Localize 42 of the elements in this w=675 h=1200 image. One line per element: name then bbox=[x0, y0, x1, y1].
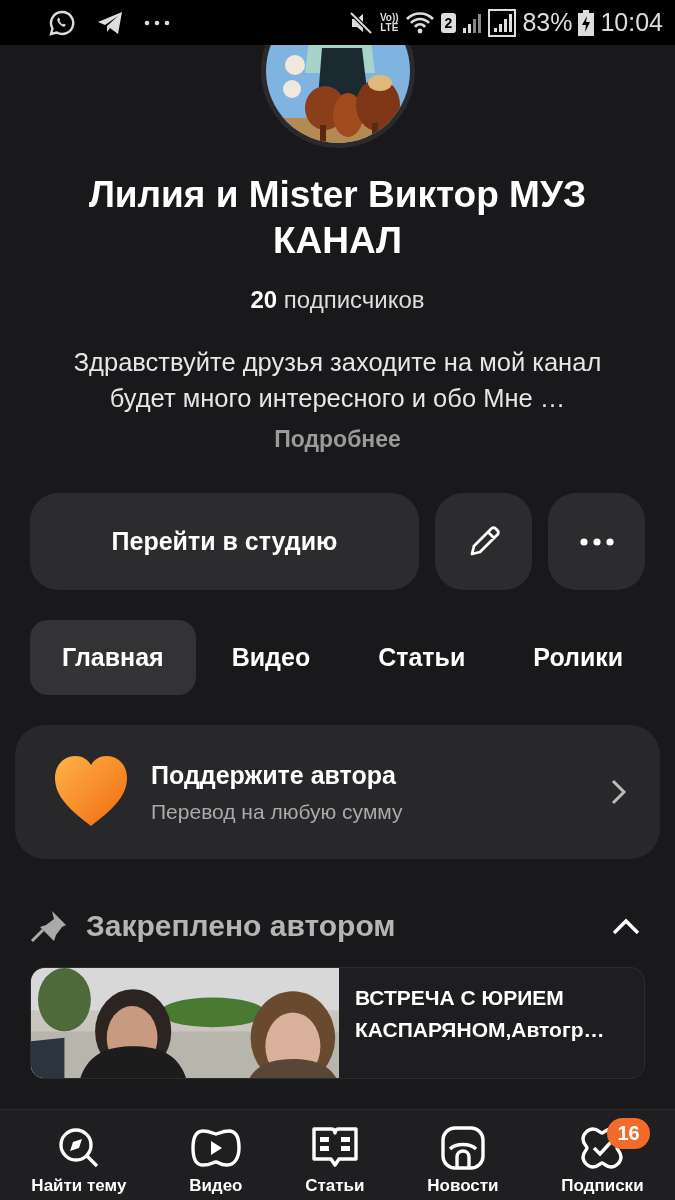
pin-icon bbox=[30, 909, 68, 943]
compass-search-icon bbox=[56, 1126, 101, 1170]
support-title: Поддержите автора bbox=[151, 760, 397, 790]
nav-item[interactable]: Видео bbox=[173, 1114, 259, 1196]
muted-speaker-icon bbox=[347, 9, 374, 36]
pinned-header: Закреплено автором bbox=[86, 909, 397, 943]
open-book-icon bbox=[310, 1126, 359, 1170]
pinned-post-card[interactable]: ВСТРЕЧА С ЮРИЕМ КАСПАРЯНОМ,Автогр… bbox=[30, 967, 645, 1079]
subscriber-count: 20 подписчиков bbox=[250, 286, 425, 314]
more-icon bbox=[144, 19, 170, 26]
chat-bubble-icon bbox=[48, 8, 76, 37]
channel-title: Лилия и Mister Виктор МУЗ КАНАЛ bbox=[87, 173, 588, 263]
signal-icon bbox=[462, 11, 483, 34]
battery-charging-icon bbox=[578, 9, 595, 36]
play-icon bbox=[190, 1128, 241, 1168]
nav-item[interactable]: 16 Подписки bbox=[545, 1114, 660, 1196]
support-card[interactable]: Поддержите автора Перевод на любую сумму bbox=[15, 725, 660, 859]
channel-description: Здравствуйте друзья заходите на мой канал будет много интересного и обо Мне … bbox=[72, 347, 603, 414]
tab[interactable]: Ролики bbox=[501, 620, 656, 695]
support-subtitle: Перевод на любую сумму bbox=[151, 799, 404, 824]
notification-badge: 16 bbox=[607, 1118, 650, 1149]
nav-item[interactable]: Новости bbox=[411, 1114, 515, 1196]
more-link[interactable]: Подробнее bbox=[274, 426, 401, 453]
more-icon bbox=[579, 537, 614, 546]
edit-button[interactable] bbox=[435, 493, 532, 590]
volte-indicator: Vo)) LTE bbox=[379, 12, 399, 33]
nav-item[interactable]: Статьи bbox=[289, 1114, 381, 1196]
chevron-right-icon bbox=[610, 778, 628, 806]
post-title: ВСТРЕЧА С ЮРИЕМ КАСПАРЯНОМ,Автогр… bbox=[355, 985, 606, 1043]
clock: 10:04 bbox=[600, 8, 663, 37]
battery-percent: 83% bbox=[522, 8, 573, 37]
chevron-up-icon bbox=[611, 917, 641, 935]
studio-button[interactable]: Перейти в студию bbox=[30, 493, 419, 590]
tab[interactable]: Видео bbox=[199, 620, 343, 695]
tab[interactable]: Главная bbox=[30, 620, 196, 695]
tab[interactable]: Статьи bbox=[346, 620, 498, 695]
nav-item[interactable]: Найти тему bbox=[15, 1114, 143, 1196]
sim-badge: 2 bbox=[440, 12, 457, 33]
news-icon bbox=[439, 1125, 486, 1171]
wifi-icon bbox=[404, 9, 435, 36]
signal-icon bbox=[488, 8, 517, 37]
paper-plane-icon bbox=[96, 9, 124, 36]
